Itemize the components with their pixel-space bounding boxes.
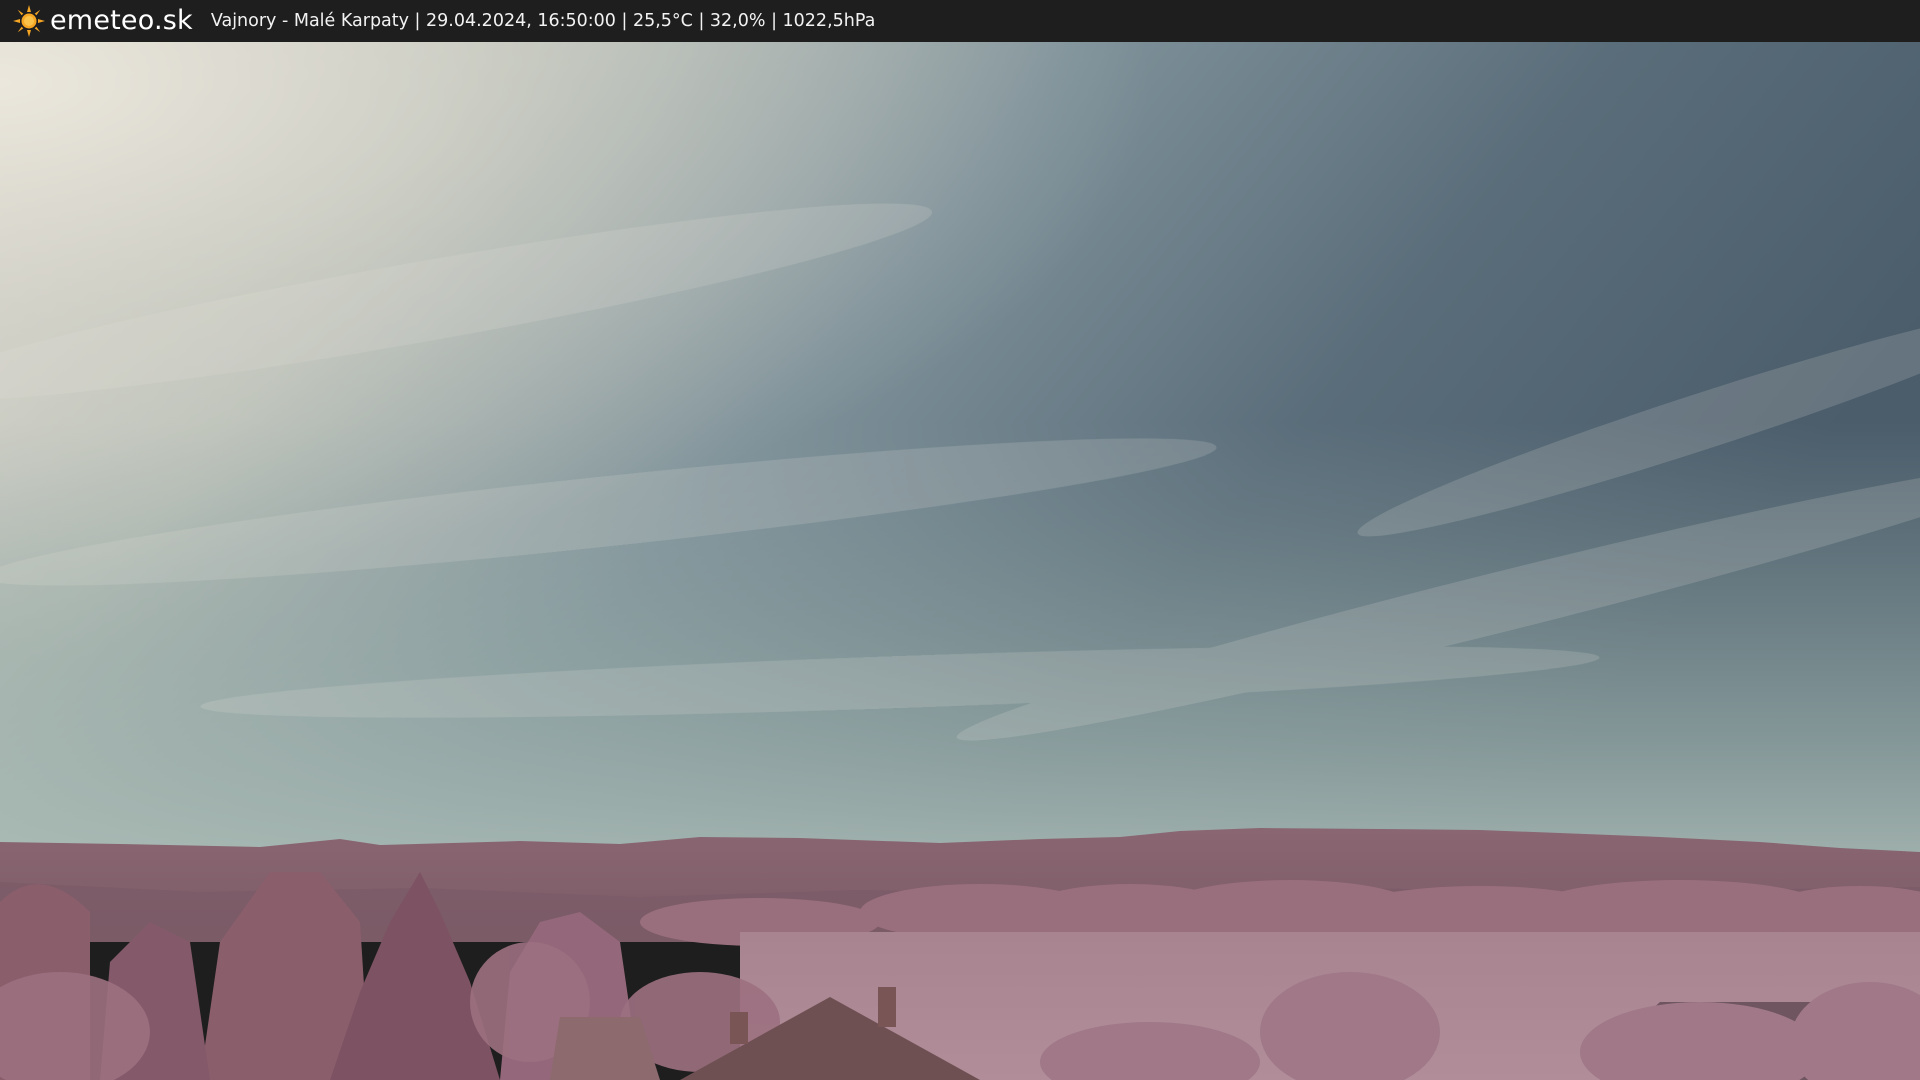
- caption-bar: emeteo.sk Vajnory - Malé Karpaty | 29.04…: [0, 0, 1920, 42]
- station-caption: Vajnory - Malé Karpaty | 29.04.2024, 16:…: [210, 11, 876, 31]
- sun-icon: [13, 5, 45, 37]
- logo: emeteo.sk: [12, 0, 193, 42]
- webcam-frame: emeteo.sk Vajnory - Malé Karpaty | 29.04…: [0, 0, 1920, 1080]
- webcam-image: [0, 42, 1920, 1080]
- logo-text[interactable]: emeteo.sk: [50, 0, 193, 42]
